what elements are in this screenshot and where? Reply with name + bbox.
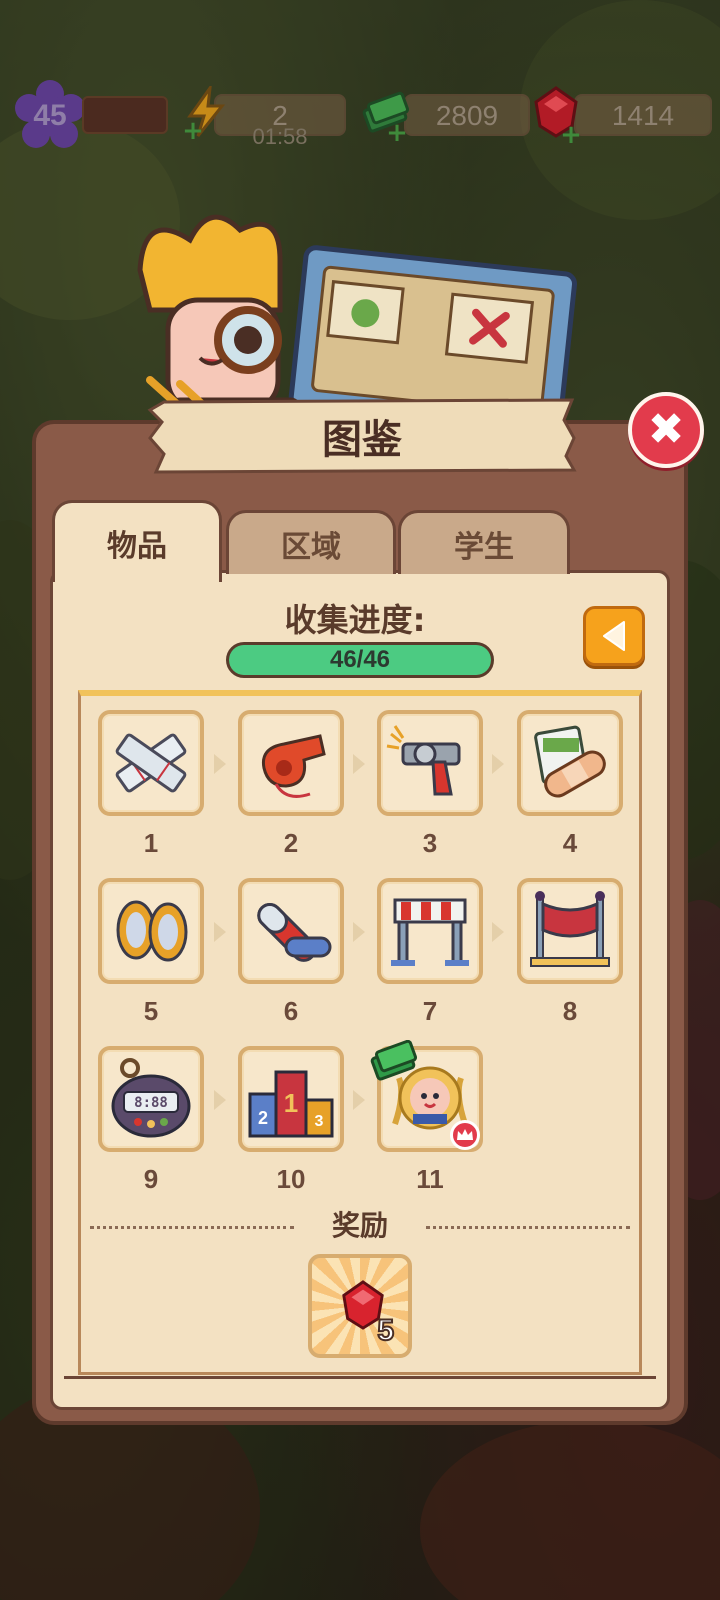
item-number-6: 6 — [283, 996, 299, 1026]
item-number-1: 1 — [143, 828, 159, 858]
bandage-strips-icon — [115, 733, 187, 793]
close-icon: ✖ — [647, 404, 685, 455]
xp-bar — [82, 96, 168, 134]
hurdle-icon — [391, 898, 469, 966]
reward-amount: 5 — [376, 1313, 395, 1348]
starter-pistol-icon — [386, 725, 461, 796]
item-number-4: 4 — [562, 828, 578, 858]
chevron-right-icon — [492, 754, 504, 774]
chevron-right-icon — [353, 922, 365, 942]
item-card-6[interactable] — [238, 878, 344, 984]
item-number-9: 9 — [143, 1164, 159, 1194]
chevron-right-icon — [214, 1090, 226, 1110]
stopwatch-icon: 8:88 — [111, 1058, 191, 1138]
first-aid-bandage-icon — [534, 725, 606, 798]
crown-badge — [450, 1120, 480, 1150]
item-card-2[interactable] — [238, 710, 344, 816]
item-card-1[interactable] — [98, 710, 204, 816]
cash-value: 2809 — [435, 100, 499, 131]
cash-plus-icon[interactable]: + — [386, 120, 408, 146]
panel-bottom-rule — [64, 1376, 656, 1379]
podium-digit-third: 3 — [315, 1113, 324, 1130]
item-number-2: 2 — [283, 828, 299, 858]
item-card-9[interactable]: 8:88 — [98, 1046, 204, 1152]
sneakers-icon — [116, 900, 188, 962]
tab-area[interactable]: 区域 — [226, 510, 396, 574]
level-badge[interactable]: 45 — [14, 80, 86, 152]
tab-items[interactable]: 物品 — [52, 500, 222, 582]
item-card-5[interactable] — [98, 878, 204, 984]
chevron-right-icon — [353, 1090, 365, 1110]
energy-timer: 01:58 — [252, 124, 308, 149]
top-hud: 45 2 01:58 + 2809 + 1414 + — [0, 80, 720, 148]
chevron-right-icon — [492, 922, 504, 942]
gem-plus-icon[interactable]: + — [560, 122, 582, 148]
whistle-icon — [261, 734, 326, 798]
item-number-5: 5 — [143, 996, 159, 1026]
finish-line-icon — [530, 891, 610, 967]
cash-reward-icon[interactable] — [368, 1040, 420, 1086]
stopwatch-display: 8:88 — [134, 1095, 168, 1111]
item-number-11: 11 — [416, 1164, 444, 1194]
page-title: 图鉴 — [322, 417, 402, 463]
chevron-right-icon — [353, 754, 365, 774]
divider-right — [426, 1226, 630, 1229]
reward-label: 奖励 — [331, 1209, 388, 1242]
podium-digit-first: 1 — [284, 1088, 298, 1118]
progress-bar: 46/46 — [226, 642, 494, 678]
podium-digit-second: 2 — [258, 1108, 268, 1128]
divider-left — [90, 1226, 294, 1229]
item-card-7[interactable] — [377, 878, 483, 984]
energy-counter[interactable]: 2 01:58 — [214, 94, 346, 148]
gem-counter[interactable]: 1414 — [574, 94, 712, 136]
item-number-7: 7 — [422, 996, 438, 1026]
gem-value: 1414 — [611, 100, 675, 131]
item-card-4[interactable] — [517, 710, 623, 816]
back-button[interactable] — [583, 606, 645, 666]
close-button[interactable]: ✖ — [628, 392, 704, 468]
progress-label: 收集进度: — [284, 601, 426, 639]
reward-item[interactable]: 5 — [308, 1254, 412, 1358]
level-number: 45 — [33, 99, 67, 132]
podium-icon: 1 2 3 — [248, 1070, 334, 1138]
energy-plus-icon[interactable]: + — [182, 118, 204, 144]
item-card-10[interactable]: 1 2 3 — [238, 1046, 344, 1152]
cash-counter[interactable]: 2809 — [404, 94, 530, 136]
triangle-left-icon — [603, 621, 625, 651]
chevron-right-icon — [214, 922, 226, 942]
item-number-10: 10 — [276, 1164, 306, 1194]
item-card-8[interactable] — [517, 878, 623, 984]
item-number-3: 3 — [422, 828, 438, 858]
item-number-8: 8 — [562, 996, 578, 1026]
crown-icon — [457, 1129, 473, 1140]
relay-baton-icon — [257, 902, 332, 962]
item-card-3[interactable] — [377, 710, 483, 816]
tab-students[interactable]: 学生 — [398, 510, 570, 574]
progress-text: 46/46 — [329, 646, 391, 673]
chevron-right-icon — [214, 754, 226, 774]
